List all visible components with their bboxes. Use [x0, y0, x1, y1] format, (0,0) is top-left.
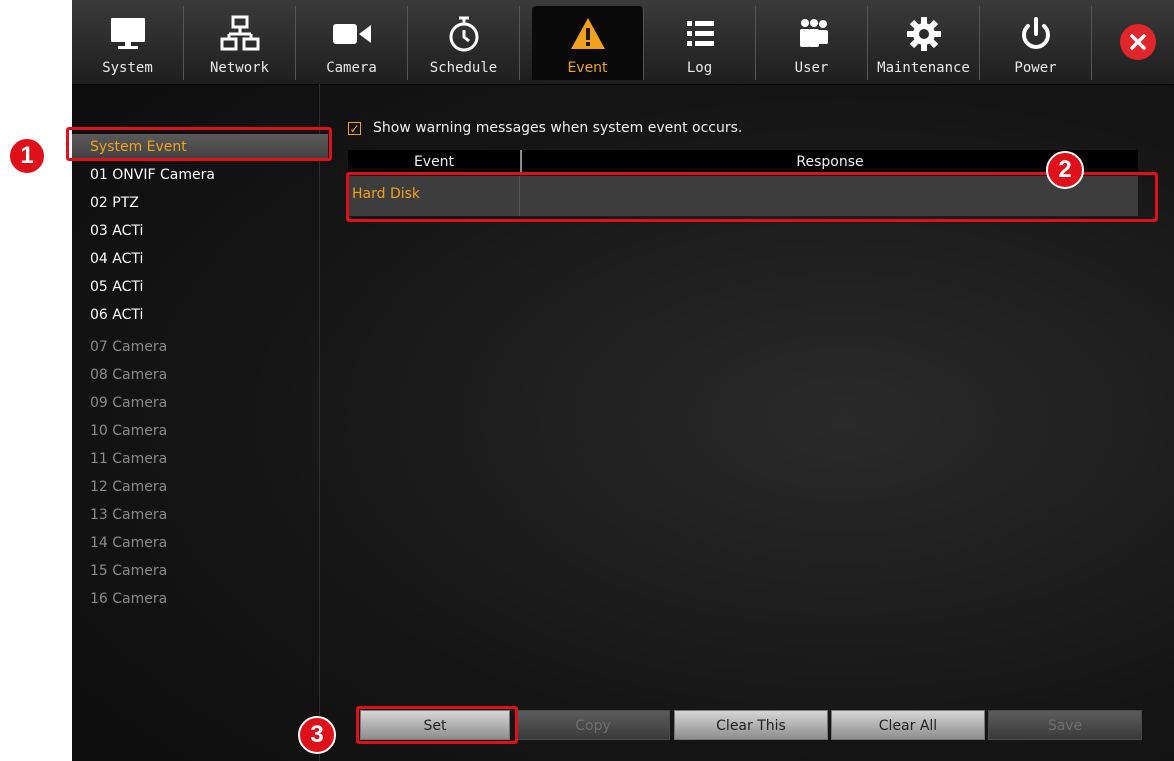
timer-icon: [408, 12, 519, 56]
sidebar-item-camera-11[interactable]: 11 Camera: [90, 446, 310, 472]
sidebar-item-camera-06[interactable]: 06 ACTi: [90, 302, 310, 328]
tab-network[interactable]: Network: [184, 6, 296, 80]
annotation-badge-1: 1: [8, 137, 46, 175]
highlight-event-row: [346, 172, 1158, 222]
save-button[interactable]: Save: [988, 710, 1142, 740]
tab-system[interactable]: System: [72, 6, 184, 80]
clear-this-button[interactable]: Clear This: [674, 710, 828, 740]
annotation-badge-3: 3: [298, 716, 336, 754]
tab-power-label: Power: [1014, 60, 1057, 76]
sidebar-item-camera-04[interactable]: 04 ACTi: [90, 246, 310, 272]
sidebar-item-camera-01[interactable]: 01 ONVIF Camera: [90, 162, 310, 188]
sidebar-item-camera-10[interactable]: 10 Camera: [90, 418, 310, 444]
tab-maintenance-label: Maintenance: [877, 60, 970, 76]
highlight-system-event: [66, 127, 332, 161]
tab-system-label: System: [102, 60, 153, 76]
tab-network-label: Network: [209, 60, 269, 76]
sidebar-item-camera-02[interactable]: 02 PTZ: [90, 190, 310, 216]
tab-event[interactable]: Event: [532, 6, 644, 80]
action-button-bar: Set Copy Clear This Clear All Save: [72, 710, 1174, 742]
main-toolbar: System Network Camera Schedule Event Log…: [72, 0, 1174, 85]
tab-schedule-label: Schedule: [429, 60, 498, 76]
sidebar-item-camera-15[interactable]: 15 Camera: [90, 558, 310, 584]
warning-checkbox[interactable]: ✓: [348, 121, 361, 135]
tab-camera[interactable]: Camera: [296, 6, 408, 80]
sidebar-item-camera-09[interactable]: 09 Camera: [90, 390, 310, 416]
list-icon: [644, 12, 755, 56]
tab-schedule[interactable]: Schedule: [408, 6, 520, 80]
warning-checkbox-label: Show warning messages when system event …: [373, 120, 743, 136]
sidebar-item-camera-16[interactable]: 16 Camera: [90, 586, 310, 612]
camera-icon: [296, 12, 407, 56]
sidebar-item-camera-03[interactable]: 03 ACTi: [90, 218, 310, 244]
sidebar-item-camera-07[interactable]: 07 Camera: [90, 334, 310, 360]
sidebar-item-camera-14[interactable]: 14 Camera: [90, 530, 310, 556]
tab-camera-label: Camera: [326, 60, 377, 76]
tab-maintenance[interactable]: Maintenance: [868, 6, 980, 80]
dvr-settings-window: System Network Camera Schedule Event Log…: [72, 0, 1174, 761]
event-table-header: Event Response: [348, 150, 1138, 174]
gear-icon: [868, 12, 979, 56]
users-icon: [756, 12, 867, 56]
tab-log-label: Log: [686, 60, 713, 76]
tab-log[interactable]: Log: [644, 6, 756, 80]
copy-button[interactable]: Copy: [516, 710, 670, 740]
sidebar-item-camera-12[interactable]: 12 Camera: [90, 474, 310, 500]
sidebar-item-camera-08[interactable]: 08 Camera: [90, 362, 310, 388]
highlight-set-button: [356, 706, 518, 744]
sidebar-item-camera-13[interactable]: 13 Camera: [90, 502, 310, 528]
annotation-badge-2: 2: [1046, 151, 1084, 189]
column-header-event: Event: [348, 150, 522, 174]
tab-power[interactable]: Power: [980, 6, 1092, 80]
close-icon: [1130, 34, 1146, 50]
network-icon: [184, 12, 295, 56]
clear-all-button[interactable]: Clear All: [831, 710, 985, 740]
warning-option[interactable]: ✓ Show warning messages when system even…: [348, 118, 742, 138]
tab-event-label: Event: [567, 60, 608, 76]
close-button[interactable]: [1120, 24, 1156, 60]
warning-icon: [532, 12, 643, 56]
power-icon: [980, 12, 1091, 56]
camera-list-sidebar: System Event 01 ONVIF Camera 02 PTZ 03 A…: [72, 84, 328, 761]
monitor-icon: [72, 12, 183, 56]
sidebar-item-camera-05[interactable]: 05 ACTi: [90, 274, 310, 300]
tab-user-label: User: [794, 60, 829, 76]
tab-user[interactable]: User: [756, 6, 868, 80]
